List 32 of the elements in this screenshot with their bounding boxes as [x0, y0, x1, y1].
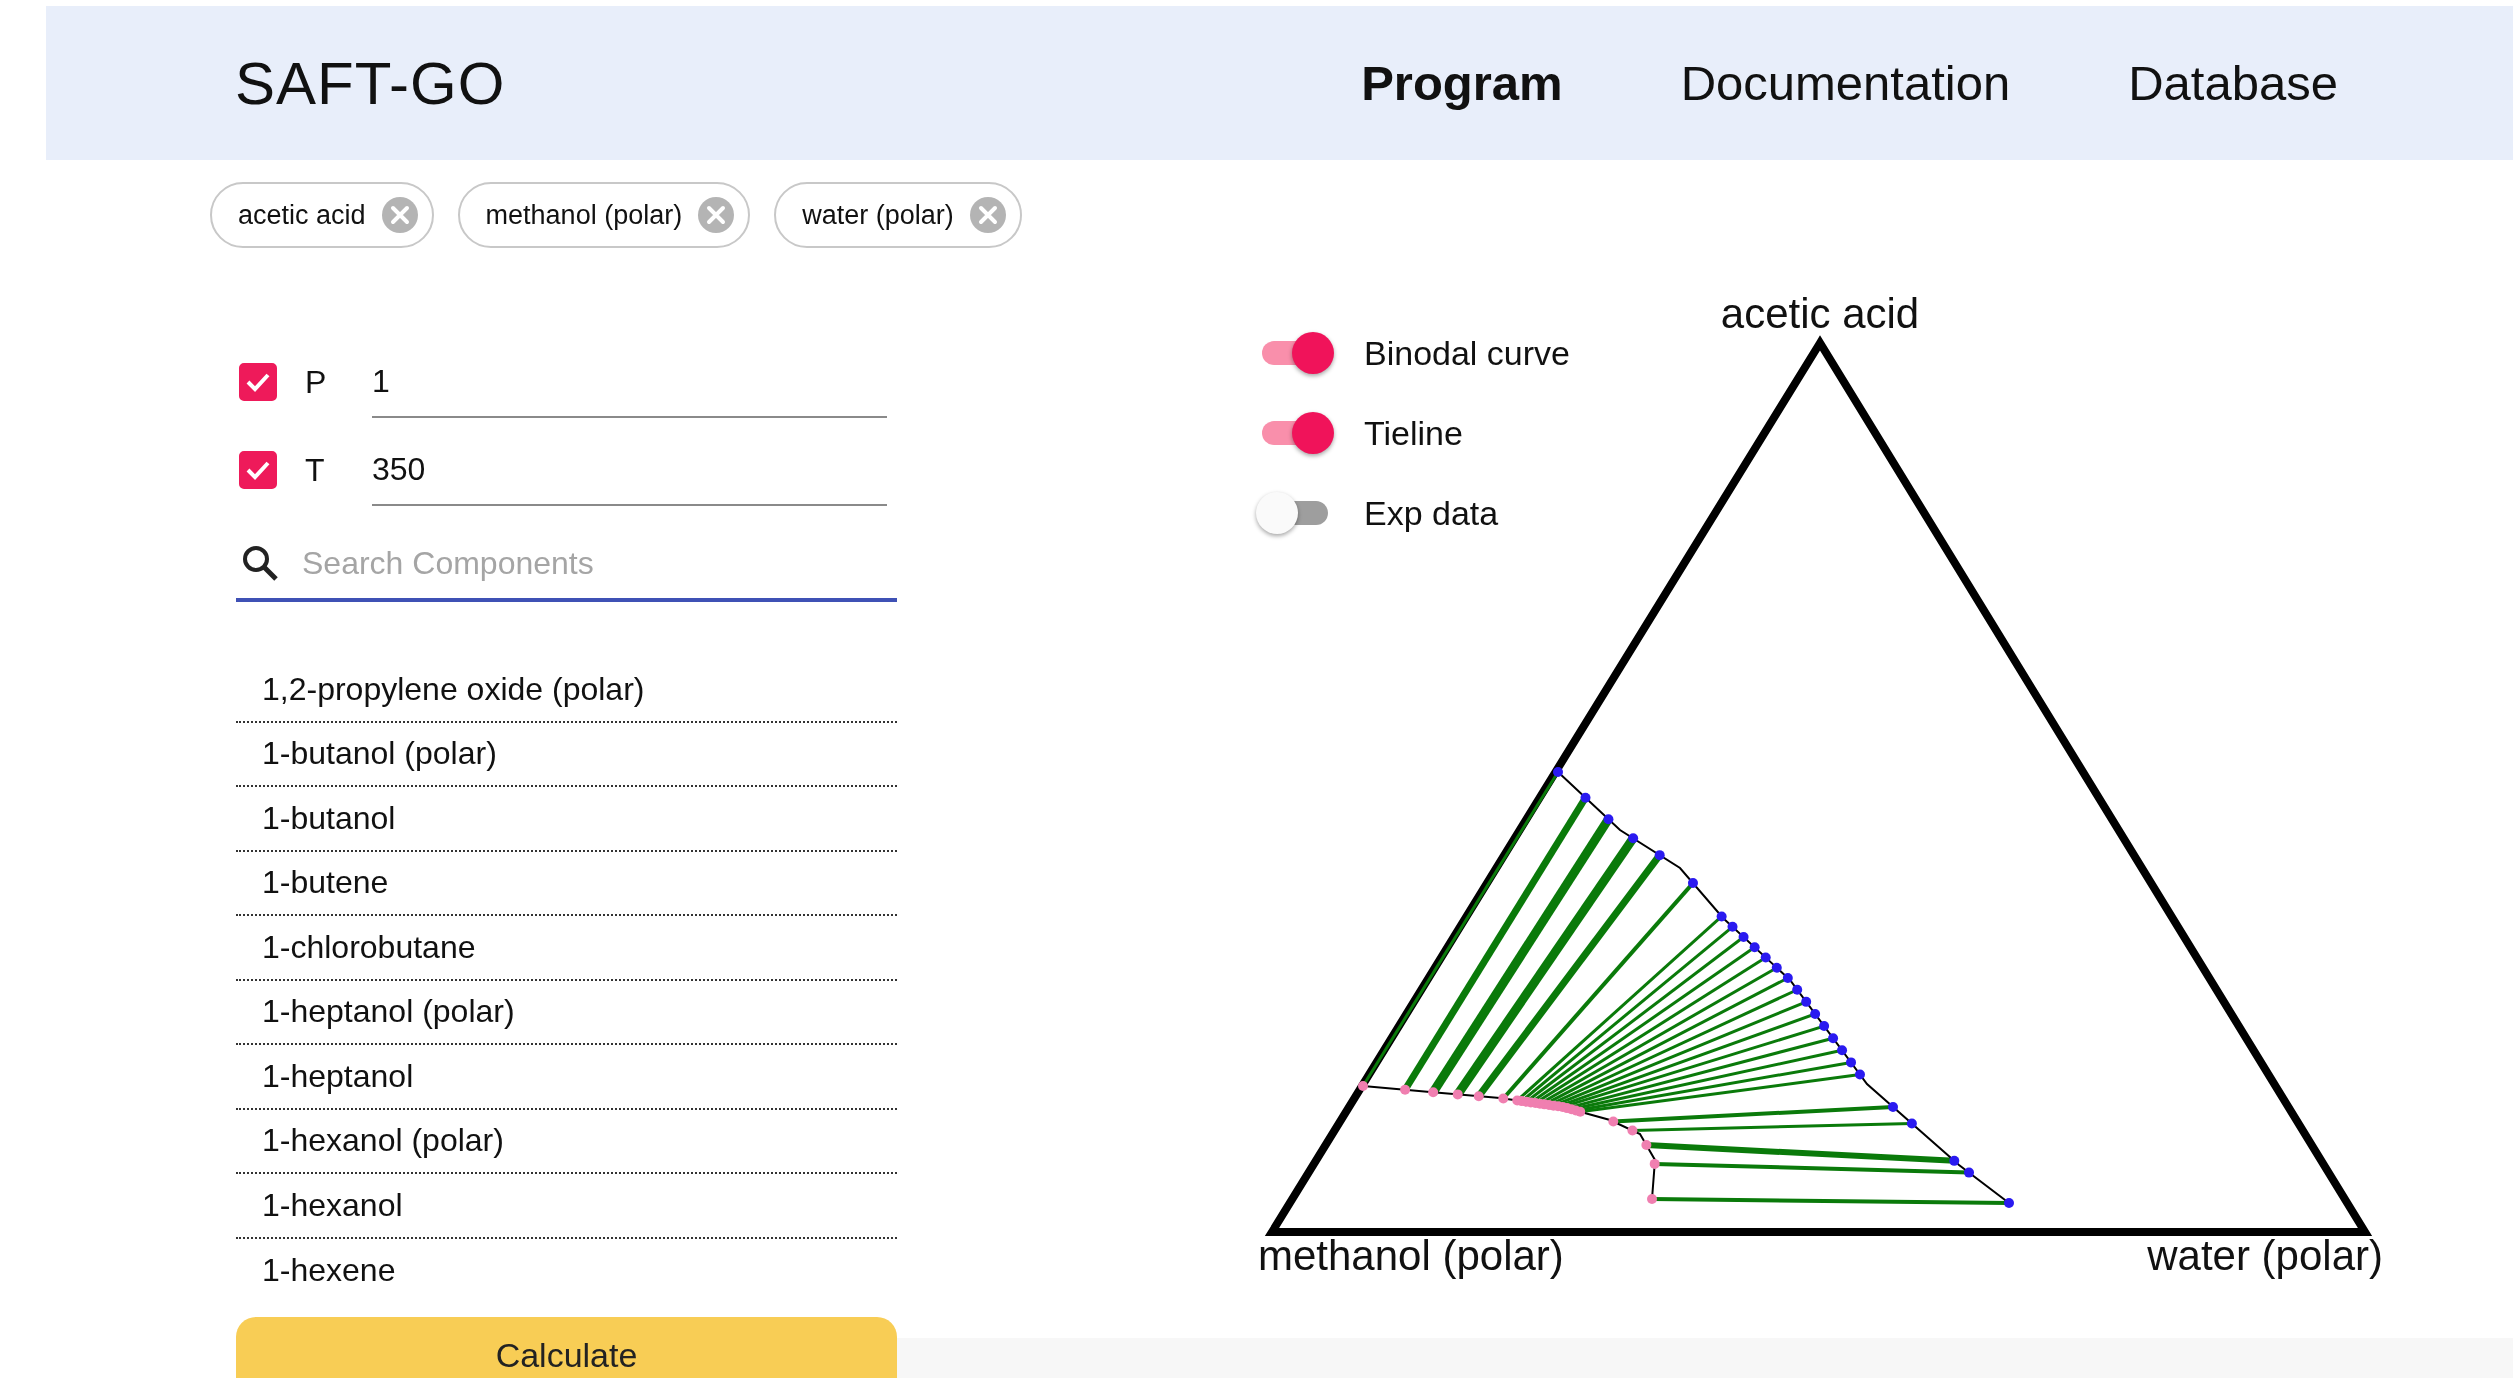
component-chip[interactable]: acetic acid: [210, 182, 434, 248]
checkbox[interactable]: [239, 363, 277, 401]
component-chip[interactable]: methanol (polar): [457, 182, 751, 248]
vertex-label: methanol (polar): [1258, 1232, 1564, 1280]
component-item[interactable]: 1-butene: [236, 851, 897, 916]
search-field[interactable]: Search Components: [300, 543, 897, 583]
nav-link[interactable]: Documentation: [1680, 55, 2011, 111]
component-item[interactable]: 1,2-propylene oxide (polar): [236, 658, 897, 723]
toggle-label: Tieline: [1364, 413, 1463, 453]
calculate-button[interactable]: Calculate: [236, 1317, 897, 1378]
search-icon: [240, 543, 280, 583]
app-title: SAFT-GO: [235, 48, 506, 118]
nav-link[interactable]: Program: [1361, 55, 1563, 111]
toggle-label: Binodal curve: [1364, 333, 1570, 373]
component-item[interactable]: 1-butanol: [236, 787, 897, 852]
vertex-label: acetic acid: [1720, 290, 1920, 338]
component-item[interactable]: 1-chlorobutane: [236, 916, 897, 981]
field-label: T: [304, 451, 326, 489]
field-label: P: [304, 363, 328, 401]
component-item[interactable]: 1-heptanol: [236, 1045, 897, 1110]
component-item[interactable]: 1-hexanol: [236, 1174, 897, 1239]
component-item[interactable]: 1-butanol (polar): [236, 722, 897, 787]
component-item[interactable]: 1-hexene: [236, 1238, 897, 1303]
toggle-label: Exp data: [1364, 493, 1499, 533]
checkbox[interactable]: [239, 451, 277, 489]
component-chip[interactable]: water (polar): [774, 182, 1022, 248]
component-item[interactable]: 1-hexanol (polar): [236, 1109, 897, 1174]
component-item[interactable]: 1-heptanol (polar): [236, 980, 897, 1045]
input-field[interactable]: 1: [372, 346, 887, 418]
vertex-label: water (polar): [2147, 1232, 2383, 1280]
input-field[interactable]: 350: [372, 434, 887, 506]
nav-link[interactable]: Database: [2128, 55, 2338, 111]
